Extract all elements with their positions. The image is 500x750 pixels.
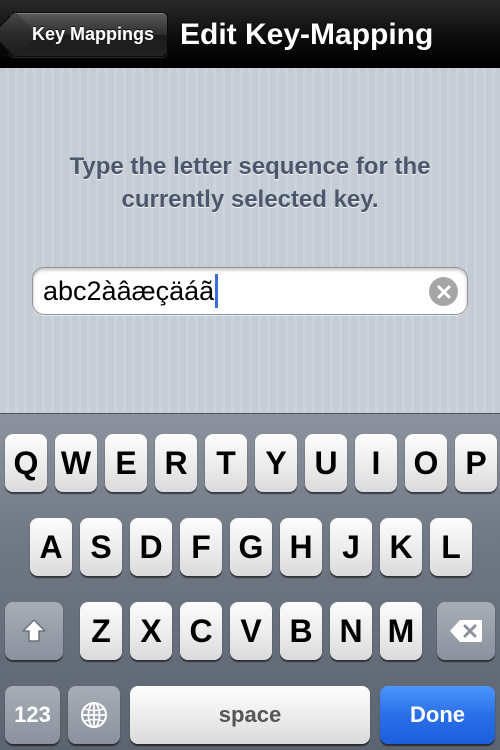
key-f[interactable]: F [180, 518, 222, 576]
instructions-text: Type the letter sequence for the current… [69, 153, 431, 213]
key-z[interactable]: Z [80, 602, 122, 660]
key-i[interactable]: I [355, 434, 397, 492]
shift-key[interactable] [5, 602, 63, 660]
key-a[interactable]: A [30, 518, 72, 576]
key-q[interactable]: Q [5, 434, 47, 492]
key-w[interactable]: W [55, 434, 97, 492]
key-d[interactable]: D [130, 518, 172, 576]
key-p[interactable]: P [455, 434, 497, 492]
key-e[interactable]: E [105, 434, 147, 492]
numbers-key[interactable]: 123 [5, 686, 60, 744]
key-x[interactable]: X [130, 602, 172, 660]
globe-icon [81, 702, 107, 728]
key-u[interactable]: U [305, 434, 347, 492]
key-h[interactable]: H [280, 518, 322, 576]
key-v[interactable]: V [230, 602, 272, 660]
done-key[interactable]: Done [380, 686, 495, 744]
content-area: Type the letter sequence for the current… [0, 68, 500, 413]
shift-arrow-icon [22, 619, 46, 642]
keyboard: Q W E R T Y U I O P A S D F G H J K L Z … [0, 413, 500, 750]
key-b[interactable]: B [280, 602, 322, 660]
key-c[interactable]: C [180, 602, 222, 660]
page-title: Edit Key-Mapping [180, 17, 434, 51]
key-n[interactable]: N [330, 602, 372, 660]
navigation-bar: Key Mappings Edit Key-Mapping [0, 0, 500, 68]
key-l[interactable]: L [430, 518, 472, 576]
key-t[interactable]: T [205, 434, 247, 492]
backspace-key[interactable] [437, 602, 495, 660]
key-r[interactable]: R [155, 434, 197, 492]
key-m[interactable]: M [380, 602, 422, 660]
globe-key[interactable] [68, 686, 120, 744]
letter-sequence-input[interactable]: abc2àâæçäáã [32, 267, 468, 315]
key-o[interactable]: O [405, 434, 447, 492]
clear-circle-icon[interactable] [429, 277, 458, 306]
space-key[interactable]: space [130, 686, 370, 744]
back-button-label: Key Mappings [31, 24, 155, 44]
key-y[interactable]: Y [255, 434, 297, 492]
key-g[interactable]: G [230, 518, 272, 576]
key-s[interactable]: S [80, 518, 122, 576]
key-j[interactable]: J [330, 518, 372, 576]
key-k[interactable]: K [380, 518, 422, 576]
backspace-icon [450, 620, 482, 642]
back-button[interactable]: Key Mappings [0, 11, 168, 58]
letter-sequence-value: abc2àâæçäáã [43, 275, 215, 306]
text-cursor [215, 274, 219, 308]
